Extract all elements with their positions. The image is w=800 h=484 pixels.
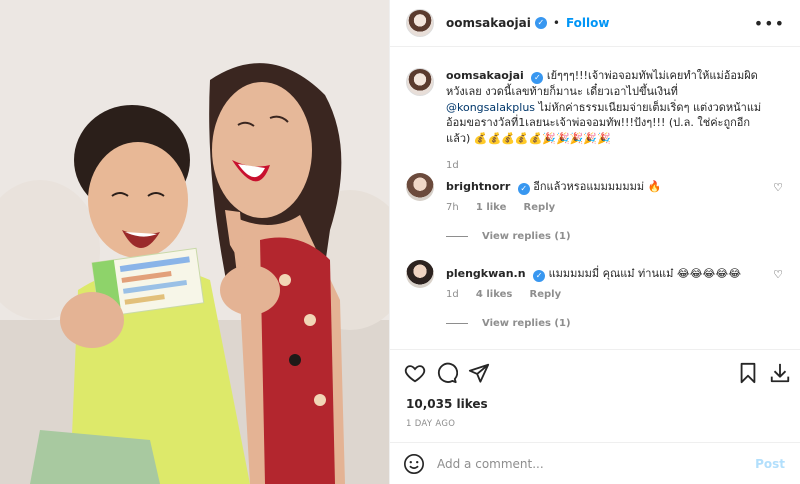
post-photo[interactable]	[0, 0, 389, 484]
comment: plengkwan.n ✓ แมมมมมมี่ คุณแม๋ ท่านแม๋ 😂…	[406, 260, 785, 340]
emoji-icon[interactable]	[403, 453, 425, 475]
comment: brightnorr ✓ อีกแล้วหรอแมมมมมมม่ 🔥 ♡ 7h …	[406, 173, 785, 253]
verified-badge-icon: ✓	[533, 270, 546, 282]
view-replies-button[interactable]: View replies (1)	[446, 318, 571, 329]
replies-divider	[446, 235, 468, 237]
comments-list[interactable]: oomsakaojai ✓ เย้ๆๆๆ!!!เจ้าพ่อจอมทัพไม่เ…	[390, 48, 800, 348]
comment-body: plengkwan.n ✓ แมมมมมมี่ คุณแม๋ ท่านแม๋ 😂…	[446, 266, 763, 282]
comment-icon[interactable]	[436, 362, 458, 384]
comment-meta: 1d 4 likes Reply	[446, 289, 575, 300]
view-replies-label: View replies (1)	[482, 231, 571, 242]
comment-likes[interactable]: 4 likes	[476, 289, 512, 300]
bookmark-icon[interactable]	[738, 362, 758, 384]
caption-time: 1d	[446, 160, 459, 171]
commenter-avatar[interactable]	[406, 173, 434, 201]
caption: oomsakaojai ✓ เย้ๆๆๆ!!!เจ้าพ่อจอมทัพไม่เ…	[406, 68, 785, 178]
reply-button[interactable]: Reply	[530, 289, 562, 300]
comment-likes[interactable]: 1 like	[476, 202, 506, 213]
mention-link[interactable]: @kongsalakplus	[446, 101, 535, 114]
verified-badge-icon: ✓	[517, 183, 530, 195]
verified-badge-icon: ✓	[534, 17, 547, 29]
caption-body: oomsakaojai ✓ เย้ๆๆๆ!!!เจ้าพ่อจอมทัพไม่เ…	[446, 68, 763, 146]
add-comment-bar: Add a comment... Post	[390, 442, 800, 484]
view-replies-button[interactable]: View replies (1)	[446, 231, 571, 242]
comment-meta: 7h 1 like Reply	[446, 202, 569, 213]
header-username[interactable]: oomsakaojai	[446, 16, 531, 30]
separator-dot: •	[552, 16, 560, 30]
comment-time: 7h	[446, 202, 459, 213]
comment-text: อีกแล้วหรอแมมมมมมม่ 🔥	[533, 180, 662, 193]
post-button[interactable]: Post	[755, 457, 785, 471]
avatar[interactable]	[406, 9, 434, 37]
view-replies-label: View replies (1)	[482, 318, 571, 329]
verified-badge-icon: ✓	[531, 72, 544, 84]
likes-count[interactable]: 10,035 likes	[406, 397, 488, 411]
comment-like-icon[interactable]: ♡	[773, 268, 783, 281]
replies-divider	[446, 322, 468, 324]
post-side-panel: oomsakaojai ✓ • Follow ••• oomsakaojai ✓…	[389, 0, 800, 484]
caption-meta: 1d	[446, 160, 473, 171]
heart-icon[interactable]	[404, 362, 426, 384]
comment-body: brightnorr ✓ อีกแล้วหรอแมมมมมมม่ 🔥	[446, 179, 763, 195]
follow-button[interactable]: Follow	[566, 16, 610, 30]
photo-illustration	[0, 0, 389, 484]
post-date: 1 DAY AGO	[406, 419, 456, 429]
comment-time: 1d	[446, 289, 459, 300]
reply-button[interactable]: Reply	[524, 202, 556, 213]
commenter-avatar[interactable]	[406, 260, 434, 288]
comment-text: แมมมมมมี่ คุณแม๋ ท่านแม๋ 😂😂😂😂😂	[548, 267, 742, 280]
post-header: oomsakaojai ✓ • Follow •••	[390, 0, 800, 47]
caption-username[interactable]: oomsakaojai	[446, 69, 524, 82]
more-options-icon[interactable]: •••	[754, 14, 785, 33]
comment-username[interactable]: brightnorr	[446, 180, 510, 193]
comment-input[interactable]: Add a comment...	[437, 457, 544, 471]
caption-avatar[interactable]	[406, 68, 434, 96]
comment-like-icon[interactable]: ♡	[773, 181, 783, 194]
post-actions: 10,035 likes 1 DAY AGO Add a comment... …	[390, 349, 800, 484]
download-icon[interactable]	[769, 362, 791, 384]
comment-username[interactable]: plengkwan.n	[446, 267, 526, 280]
share-icon[interactable]	[468, 362, 490, 384]
